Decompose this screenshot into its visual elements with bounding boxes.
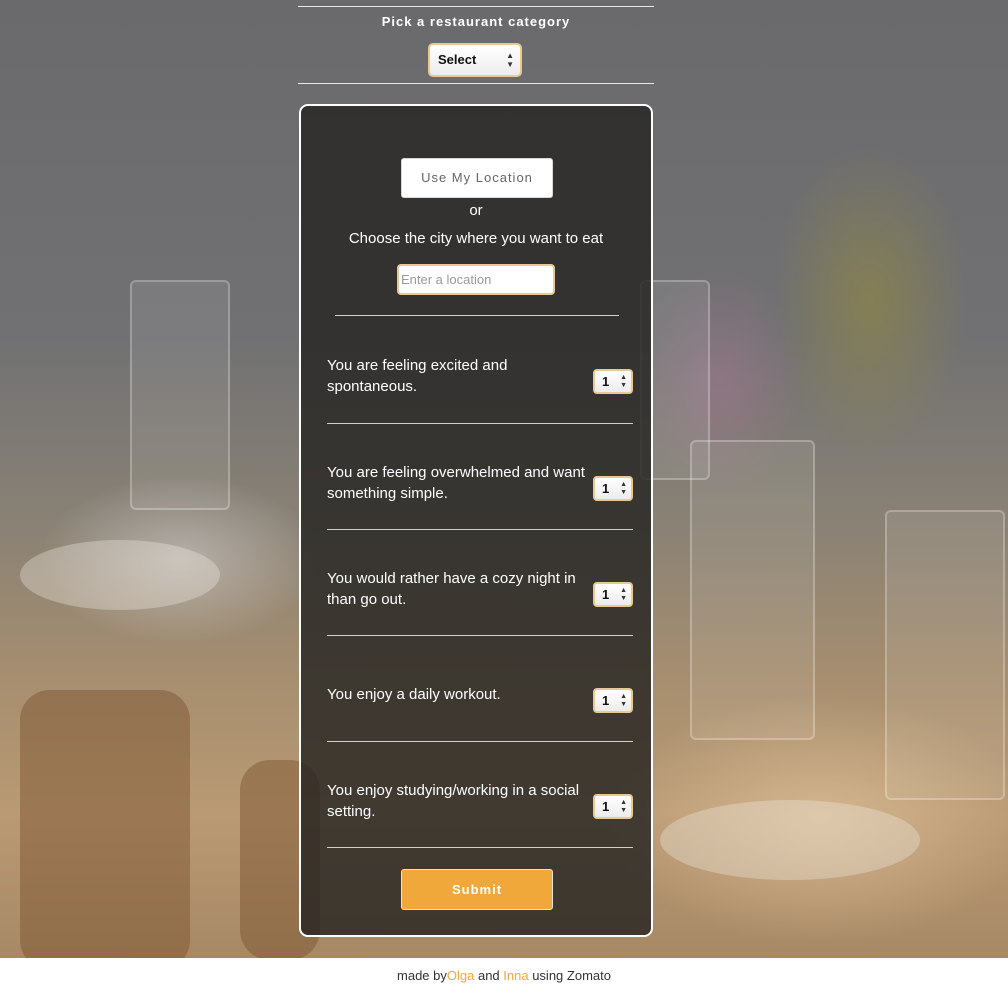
footer: made byOlga and Inna using Zomato [0, 968, 1008, 983]
question-text: You are feeling overwhelmed and want som… [327, 464, 585, 502]
author-link-inna[interactable]: Inna [503, 968, 528, 983]
question-text: You enjoy a daily workout. [327, 686, 501, 703]
footer-suffix: using Zomato [528, 968, 611, 983]
rating-value: 1 [602, 799, 610, 814]
question-rating-select[interactable]: 1 ▲ ▼ [593, 369, 633, 394]
city-prompt: Choose the city where you want to eat [348, 230, 604, 247]
submit-button[interactable]: Submit [401, 869, 553, 910]
glass-decoration [885, 510, 1005, 800]
glass-decoration [130, 280, 230, 510]
glass-decoration [690, 440, 815, 740]
question-item: You are feeling overwhelmed and want som… [327, 424, 633, 530]
rating-value: 1 [602, 481, 610, 496]
question-rating-select[interactable]: 1 ▲ ▼ [593, 688, 633, 713]
question-rating-select[interactable]: 1 ▲ ▼ [593, 794, 633, 819]
question-item: You enjoy studying/working in a social s… [327, 742, 633, 848]
select-arrows-icon: ▲ ▼ [506, 51, 514, 69]
use-my-location-button[interactable]: Use My Location [401, 158, 553, 198]
question-text: You enjoy studying/working in a social s… [327, 782, 580, 820]
quiz-panel: Use My Location or Choose the city where… [299, 104, 653, 937]
divider [335, 315, 619, 316]
footer-and: and [474, 968, 504, 983]
select-arrows-icon: ▲ ▼ [620, 481, 627, 496]
category-title: Pick a restaurant category [381, 14, 571, 29]
select-arrows-icon: ▲ ▼ [620, 693, 627, 708]
plate-decoration [660, 800, 920, 880]
question-text: You would rather have a cozy night in th… [327, 570, 576, 608]
category-select[interactable]: Select ▲ ▼ [428, 43, 522, 77]
question-rating-select[interactable]: 1 ▲ ▼ [593, 476, 633, 501]
rating-value: 1 [602, 693, 610, 708]
question-text: You are feeling excited and spontaneous. [327, 357, 508, 395]
category-section: Pick a restaurant category Select ▲ ▼ [298, 6, 654, 84]
location-input[interactable] [397, 264, 555, 295]
category-select-value: Select [438, 52, 477, 67]
select-arrows-icon: ▲ ▼ [620, 799, 627, 814]
or-text: or [469, 202, 483, 219]
select-arrows-icon: ▲ ▼ [620, 374, 627, 389]
question-rating-select[interactable]: 1 ▲ ▼ [593, 582, 633, 607]
rating-value: 1 [602, 587, 610, 602]
rating-value: 1 [602, 374, 610, 389]
plate-decoration [20, 540, 220, 610]
select-arrows-icon: ▲ ▼ [620, 587, 627, 602]
question-item: You are feeling excited and spontaneous.… [327, 318, 633, 424]
question-item: You enjoy a daily workout. 1 ▲ ▼ [327, 636, 633, 742]
chair-decoration [20, 690, 190, 958]
footer-prefix: made by [397, 968, 447, 983]
author-link-olga[interactable]: Olga [447, 968, 474, 983]
question-item: You would rather have a cozy night in th… [327, 530, 633, 636]
